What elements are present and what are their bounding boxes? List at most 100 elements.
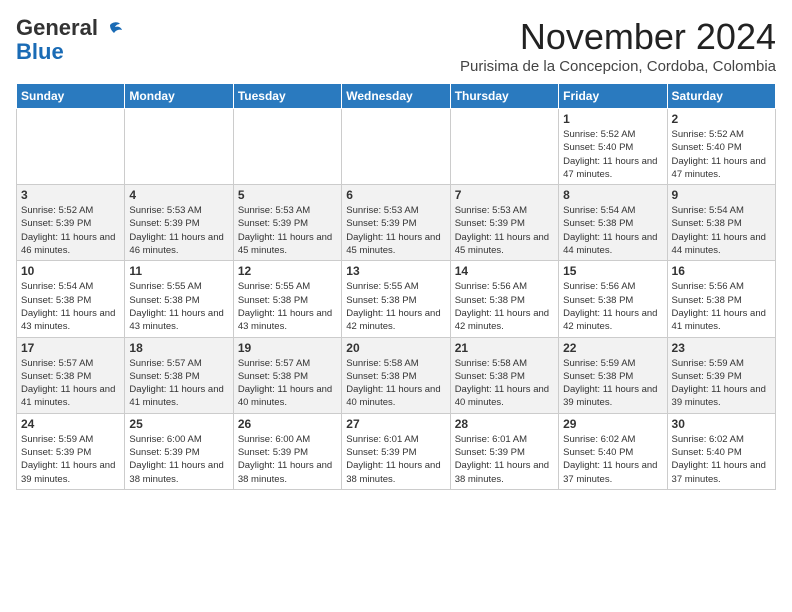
day-number: 25: [129, 417, 228, 431]
day-number: 15: [563, 264, 662, 278]
calendar-cell: 24 Sunrise: 5:59 AM Sunset: 5:39 PM Dayli…: [17, 413, 125, 489]
day-number: 1: [563, 112, 662, 126]
day-info: Sunrise: 5:59 AM Sunset: 5:39 PM Dayligh…: [21, 433, 120, 486]
weekday-header-sunday: Sunday: [17, 84, 125, 109]
day-number: 24: [21, 417, 120, 431]
day-info: Sunrise: 5:53 AM Sunset: 5:39 PM Dayligh…: [238, 204, 337, 257]
day-number: 16: [672, 264, 771, 278]
day-number: 14: [455, 264, 554, 278]
day-number: 5: [238, 188, 337, 202]
logo-bird-icon: [100, 21, 122, 49]
week-row-2: 3 Sunrise: 5:52 AM Sunset: 5:39 PM Daylig…: [17, 185, 776, 261]
day-number: 12: [238, 264, 337, 278]
calendar-cell: [342, 109, 450, 185]
logo: General Blue: [16, 16, 122, 64]
weekday-header-wednesday: Wednesday: [342, 84, 450, 109]
calendar-cell: 29 Sunrise: 6:02 AM Sunset: 5:40 PM Dayli…: [559, 413, 667, 489]
week-row-1: 1 Sunrise: 5:52 AM Sunset: 5:40 PM Daylig…: [17, 109, 776, 185]
day-info: Sunrise: 6:00 AM Sunset: 5:39 PM Dayligh…: [129, 433, 228, 486]
week-row-4: 17 Sunrise: 5:57 AM Sunset: 5:38 PM Dayli…: [17, 337, 776, 413]
day-info: Sunrise: 5:52 AM Sunset: 5:40 PM Dayligh…: [672, 128, 771, 181]
calendar-cell: 26 Sunrise: 6:00 AM Sunset: 5:39 PM Dayli…: [233, 413, 341, 489]
week-row-5: 24 Sunrise: 5:59 AM Sunset: 5:39 PM Dayli…: [17, 413, 776, 489]
calendar-cell: 25 Sunrise: 6:00 AM Sunset: 5:39 PM Dayli…: [125, 413, 233, 489]
day-info: Sunrise: 5:54 AM Sunset: 5:38 PM Dayligh…: [672, 204, 771, 257]
day-info: Sunrise: 5:57 AM Sunset: 5:38 PM Dayligh…: [21, 357, 120, 410]
calendar-cell: 17 Sunrise: 5:57 AM Sunset: 5:38 PM Dayli…: [17, 337, 125, 413]
calendar-cell: 21 Sunrise: 5:58 AM Sunset: 5:38 PM Dayli…: [450, 337, 558, 413]
day-number: 27: [346, 417, 445, 431]
calendar-cell: 14 Sunrise: 5:56 AM Sunset: 5:38 PM Dayli…: [450, 261, 558, 337]
calendar-cell: 3 Sunrise: 5:52 AM Sunset: 5:39 PM Daylig…: [17, 185, 125, 261]
day-number: 17: [21, 341, 120, 355]
day-number: 22: [563, 341, 662, 355]
day-number: 6: [346, 188, 445, 202]
day-info: Sunrise: 6:01 AM Sunset: 5:39 PM Dayligh…: [455, 433, 554, 486]
day-number: 28: [455, 417, 554, 431]
weekday-header-saturday: Saturday: [667, 84, 775, 109]
day-info: Sunrise: 5:53 AM Sunset: 5:39 PM Dayligh…: [346, 204, 445, 257]
calendar-cell: 6 Sunrise: 5:53 AM Sunset: 5:39 PM Daylig…: [342, 185, 450, 261]
day-info: Sunrise: 6:02 AM Sunset: 5:40 PM Dayligh…: [672, 433, 771, 486]
day-info: Sunrise: 5:53 AM Sunset: 5:39 PM Dayligh…: [455, 204, 554, 257]
day-info: Sunrise: 6:02 AM Sunset: 5:40 PM Dayligh…: [563, 433, 662, 486]
calendar-cell: 8Sunrise: 5:54 AM Sunset: 5:38 PM Daylig…: [559, 185, 667, 261]
calendar-cell: 27 Sunrise: 6:01 AM Sunset: 5:39 PM Dayli…: [342, 413, 450, 489]
calendar-cell: [125, 109, 233, 185]
day-info: Sunrise: 5:55 AM Sunset: 5:38 PM Dayligh…: [129, 280, 228, 333]
logo-blue-text: Blue: [16, 39, 64, 64]
calendar-cell: 15Sunrise: 5:56 AM Sunset: 5:38 PM Dayli…: [559, 261, 667, 337]
calendar-cell: 11 Sunrise: 5:55 AM Sunset: 5:38 PM Dayli…: [125, 261, 233, 337]
day-number: 9: [672, 188, 771, 202]
day-number: 20: [346, 341, 445, 355]
calendar-cell: 2 Sunrise: 5:52 AM Sunset: 5:40 PM Daylig…: [667, 109, 775, 185]
calendar-cell: 12Sunrise: 5:55 AM Sunset: 5:38 PM Dayli…: [233, 261, 341, 337]
day-number: 26: [238, 417, 337, 431]
calendar-cell: 18Sunrise: 5:57 AM Sunset: 5:38 PM Dayli…: [125, 337, 233, 413]
calendar-cell: 23Sunrise: 5:59 AM Sunset: 5:39 PM Dayli…: [667, 337, 775, 413]
day-info: Sunrise: 5:54 AM Sunset: 5:38 PM Dayligh…: [563, 204, 662, 257]
day-number: 19: [238, 341, 337, 355]
day-number: 11: [129, 264, 228, 278]
day-number: 30: [672, 417, 771, 431]
day-number: 10: [21, 264, 120, 278]
day-number: 4: [129, 188, 228, 202]
weekday-header-thursday: Thursday: [450, 84, 558, 109]
calendar-cell: 20 Sunrise: 5:58 AM Sunset: 5:38 PM Dayli…: [342, 337, 450, 413]
weekday-header-tuesday: Tuesday: [233, 84, 341, 109]
page-header: General Blue November 2024 Purisima de l…: [16, 16, 776, 75]
calendar-cell: [233, 109, 341, 185]
logo-general-text: General: [16, 15, 98, 40]
day-number: 7: [455, 188, 554, 202]
calendar-cell: 30 Sunrise: 6:02 AM Sunset: 5:40 PM Dayli…: [667, 413, 775, 489]
day-number: 2: [672, 112, 771, 126]
day-info: Sunrise: 5:56 AM Sunset: 5:38 PM Dayligh…: [455, 280, 554, 333]
calendar-cell: 28 Sunrise: 6:01 AM Sunset: 5:39 PM Dayli…: [450, 413, 558, 489]
day-info: Sunrise: 5:58 AM Sunset: 5:38 PM Dayligh…: [455, 357, 554, 410]
day-number: 18: [129, 341, 228, 355]
day-number: 21: [455, 341, 554, 355]
day-info: Sunrise: 5:54 AM Sunset: 5:38 PM Dayligh…: [21, 280, 120, 333]
week-row-3: 10 Sunrise: 5:54 AM Sunset: 5:38 PM Dayli…: [17, 261, 776, 337]
calendar-cell: 13Sunrise: 5:55 AM Sunset: 5:38 PM Dayli…: [342, 261, 450, 337]
weekday-header-monday: Monday: [125, 84, 233, 109]
calendar-cell: 16Sunrise: 5:56 AM Sunset: 5:38 PM Dayli…: [667, 261, 775, 337]
day-info: Sunrise: 5:52 AM Sunset: 5:39 PM Dayligh…: [21, 204, 120, 257]
calendar-cell: [17, 109, 125, 185]
weekday-header-row: SundayMondayTuesdayWednesdayThursdayFrid…: [17, 84, 776, 109]
title-block: November 2024 Purisima de la Concepcion,…: [460, 16, 776, 75]
calendar-cell: [450, 109, 558, 185]
calendar-cell: 4 Sunrise: 5:53 AM Sunset: 5:39 PM Daylig…: [125, 185, 233, 261]
calendar-cell: 5 Sunrise: 5:53 AM Sunset: 5:39 PM Daylig…: [233, 185, 341, 261]
day-info: Sunrise: 6:00 AM Sunset: 5:39 PM Dayligh…: [238, 433, 337, 486]
day-info: Sunrise: 5:58 AM Sunset: 5:38 PM Dayligh…: [346, 357, 445, 410]
day-number: 3: [21, 188, 120, 202]
day-number: 29: [563, 417, 662, 431]
weekday-header-friday: Friday: [559, 84, 667, 109]
day-info: Sunrise: 5:59 AM Sunset: 5:38 PM Dayligh…: [563, 357, 662, 410]
day-info: Sunrise: 5:59 AM Sunset: 5:39 PM Dayligh…: [672, 357, 771, 410]
day-info: Sunrise: 5:53 AM Sunset: 5:39 PM Dayligh…: [129, 204, 228, 257]
day-info: Sunrise: 6:01 AM Sunset: 5:39 PM Dayligh…: [346, 433, 445, 486]
calendar-cell: 19Sunrise: 5:57 AM Sunset: 5:38 PM Dayli…: [233, 337, 341, 413]
calendar-table: SundayMondayTuesdayWednesdayThursdayFrid…: [16, 83, 776, 490]
